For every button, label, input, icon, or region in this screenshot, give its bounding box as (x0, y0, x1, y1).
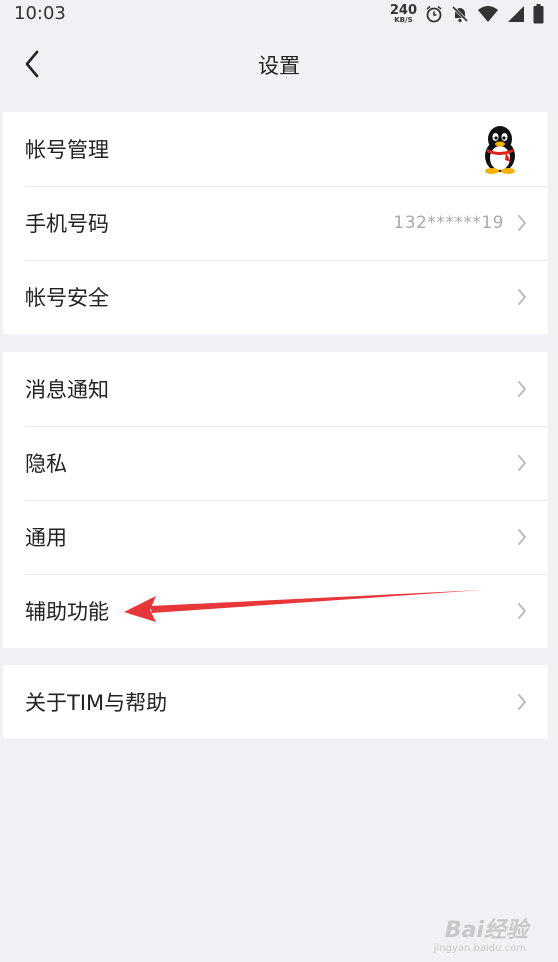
row-label: 帐号管理 (25, 138, 109, 162)
net-speed: 240 KB/S (390, 4, 417, 24)
status-bar: 10:03 240 KB/S (0, 0, 558, 30)
status-time: 10:03 (14, 3, 66, 24)
watermark-url: jingyan.baidu.com (433, 943, 526, 954)
status-icons: 240 KB/S (390, 2, 544, 26)
row-accessibility[interactable]: 辅助功能 (3, 574, 548, 648)
row-label: 关于TIM与帮助 (25, 691, 168, 715)
chevron-right-icon (518, 603, 526, 619)
account-group: 帐号管理 手机号码 132******19 帐号安全 (3, 112, 548, 334)
row-account-management[interactable]: 帐号管理 (3, 112, 548, 186)
row-label: 隐私 (25, 452, 67, 476)
chevron-right-icon (518, 455, 526, 471)
alarm-icon (426, 5, 442, 23)
chevron-right-icon (518, 529, 526, 545)
nav-bar: 设置 (0, 30, 558, 112)
row-label: 手机号码 (25, 212, 109, 236)
chevron-right-icon (518, 215, 526, 231)
row-label: 通用 (25, 526, 67, 550)
row-label: 消息通知 (25, 378, 109, 402)
row-account-security[interactable]: 帐号安全 (3, 260, 548, 334)
net-speed-unit: KB/S (394, 16, 413, 24)
chevron-right-icon (518, 289, 526, 305)
mute-icon (451, 5, 469, 23)
watermark-logo: Bai经验 (444, 918, 528, 943)
signal-icon (508, 6, 524, 22)
row-phone-number[interactable]: 手机号码 132******19 (3, 186, 548, 260)
chevron-right-icon (518, 381, 526, 397)
settings-group: 消息通知 隐私 通用 辅助功能 (3, 352, 548, 648)
row-about-tim-help[interactable]: 关于TIM与帮助 (3, 665, 548, 739)
battery-icon (533, 4, 544, 24)
row-label: 帐号安全 (25, 286, 109, 310)
wifi-icon (478, 6, 498, 22)
row-general[interactable]: 通用 (3, 500, 548, 574)
about-group: 关于TIM与帮助 (3, 665, 548, 739)
row-label: 辅助功能 (25, 600, 109, 624)
row-notifications[interactable]: 消息通知 (3, 352, 548, 426)
chevron-right-icon (518, 694, 526, 710)
phone-number-value: 132******19 (393, 213, 504, 233)
qq-penguin-avatar (485, 126, 515, 174)
page-title: 设置 (258, 54, 300, 78)
row-privacy[interactable]: 隐私 (3, 426, 548, 500)
